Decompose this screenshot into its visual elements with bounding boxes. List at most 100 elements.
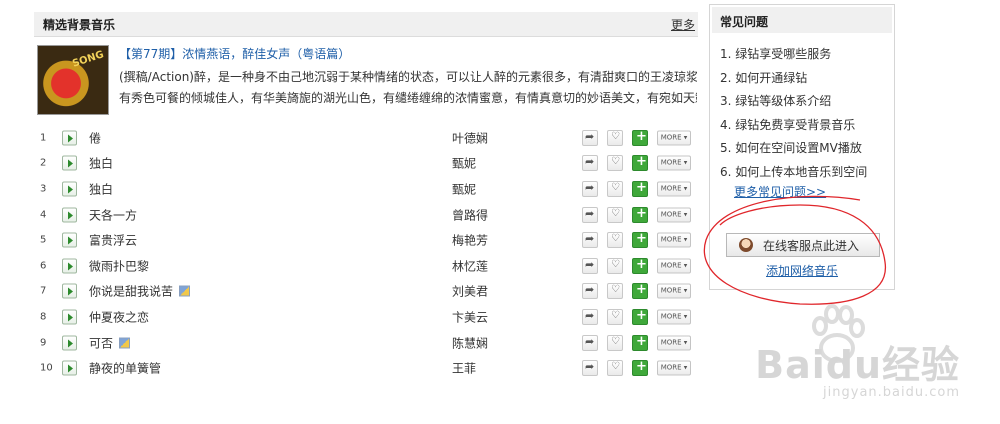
more-button-label: MORE — [660, 261, 682, 270]
featured-issue: SONG 【第77期】浓情燕语，醉佳女声（粤语篇） (撰稿/Action)醉，是… — [34, 45, 698, 125]
more-button-label: MORE — [660, 133, 682, 142]
more-dropdown-button[interactable]: MORE ▾ — [657, 130, 691, 146]
mv-icon[interactable] — [119, 337, 131, 349]
add-to-list-icon[interactable] — [632, 180, 648, 197]
more-dropdown-button[interactable]: MORE ▾ — [657, 207, 691, 223]
favorite-icon[interactable] — [607, 232, 623, 249]
featured-title-link[interactable]: 【第77期】浓情燕语，醉佳女声（粤语篇） — [119, 45, 350, 62]
song-artist[interactable]: 甄妮 — [452, 155, 476, 172]
more-faq-link[interactable]: 更多常见问题>> — [734, 183, 826, 200]
mv-icon[interactable] — [179, 285, 191, 297]
song-title[interactable]: 富贵浮云 — [89, 232, 137, 249]
favorite-icon[interactable] — [607, 180, 623, 197]
song-title-text: 可否 — [89, 336, 114, 351]
add-to-list-icon[interactable] — [632, 154, 648, 172]
add-to-list-icon[interactable] — [632, 231, 648, 249]
more-dropdown-button[interactable]: MORE ▾ — [657, 232, 691, 248]
add-to-list-icon[interactable] — [632, 129, 648, 146]
more-link[interactable]: 更多 — [671, 16, 695, 33]
share-icon[interactable] — [582, 180, 598, 197]
online-service-label: 在线客服点此进入 — [763, 238, 860, 253]
share-icon[interactable] — [582, 129, 598, 146]
play-icon[interactable] — [62, 258, 77, 274]
favorite-icon[interactable] — [607, 334, 623, 351]
more-dropdown-button[interactable]: MORE ▾ — [657, 283, 691, 299]
play-icon[interactable] — [62, 232, 77, 248]
song-title[interactable]: 微雨扑巴黎 — [89, 257, 149, 274]
add-to-list-icon[interactable] — [632, 282, 648, 300]
favorite-icon[interactable] — [607, 155, 623, 172]
share-icon[interactable] — [582, 283, 598, 300]
play-icon[interactable] — [62, 283, 77, 299]
favorite-icon[interactable] — [607, 206, 623, 223]
song-title[interactable]: 静夜的单簧管 — [89, 360, 161, 377]
add-to-list-icon[interactable] — [632, 206, 648, 223]
song-title[interactable]: 独白 — [89, 155, 113, 172]
song-artist[interactable]: 林忆莲 — [452, 257, 488, 274]
share-icon[interactable] — [582, 155, 598, 172]
song-artist[interactable]: 曾路得 — [452, 206, 488, 223]
share-icon[interactable] — [582, 206, 598, 223]
song-row: 5 富贵浮云 梅艳芳 MORE ▾ — [34, 227, 698, 253]
song-title-text: 独白 — [89, 182, 114, 197]
more-button-label: MORE — [660, 184, 682, 193]
song-title[interactable]: 天各一方 — [89, 206, 137, 223]
more-dropdown-button[interactable]: MORE ▾ — [657, 360, 691, 376]
faq-item[interactable]: 3. 绿钻等级体系介绍 — [720, 92, 894, 116]
album-cover-image[interactable]: SONG — [37, 45, 109, 115]
faq-list: 1. 绿钻享受哪些服务 2. 如何开通绿钻 3. 绿钻等级体系介绍 4. 绿钻免费享受… — [710, 33, 894, 186]
panel-title: 精选背景音乐 — [43, 17, 116, 32]
song-title[interactable]: 仲夏夜之恋 — [89, 308, 149, 325]
online-service-button[interactable]: 在线客服点此进入 — [726, 233, 880, 257]
favorite-icon[interactable] — [607, 257, 623, 274]
faq-item[interactable]: 2. 如何开通绿钻 — [720, 69, 894, 93]
play-icon[interactable] — [62, 207, 77, 223]
song-title[interactable]: 独白 — [89, 180, 113, 197]
play-icon[interactable] — [62, 181, 77, 197]
play-icon[interactable] — [62, 335, 77, 351]
description-line-1: (撰稿/Action)醉，是一种身不由己地沉弱于某种情绪的状态，可以让人醉的元素… — [119, 70, 697, 84]
add-to-list-icon[interactable] — [632, 359, 648, 377]
share-icon[interactable] — [582, 360, 598, 377]
song-artist[interactable]: 陈慧娴 — [452, 334, 488, 351]
add-network-music-link[interactable]: 添加网络音乐 — [766, 262, 838, 279]
add-to-list-icon[interactable] — [632, 257, 648, 274]
play-icon[interactable] — [62, 360, 77, 376]
song-artist[interactable]: 刘美君 — [452, 283, 488, 300]
share-icon[interactable] — [582, 334, 598, 351]
play-icon[interactable] — [62, 130, 77, 146]
favorite-icon[interactable] — [607, 283, 623, 300]
song-title[interactable]: 可否 — [89, 334, 131, 351]
song-number: 6 — [40, 260, 47, 272]
song-artist[interactable]: 王菲 — [452, 360, 476, 377]
baidu-watermark: Baidu经验 jingyan.baidu.com — [755, 334, 960, 400]
faq-item[interactable]: 1. 绿钻享受哪些服务 — [720, 45, 894, 69]
share-icon[interactable] — [582, 308, 598, 325]
more-dropdown-button[interactable]: MORE ▾ — [657, 309, 691, 325]
faq-item[interactable]: 4. 绿钻免费享受背景音乐 — [720, 116, 894, 140]
favorite-icon[interactable] — [607, 129, 623, 146]
more-dropdown-button[interactable]: MORE ▾ — [657, 155, 691, 171]
more-button-label: MORE — [660, 210, 682, 219]
favorite-icon[interactable] — [607, 360, 623, 377]
play-icon[interactable] — [62, 309, 77, 325]
more-dropdown-button[interactable]: MORE ▾ — [657, 335, 691, 351]
favorite-icon[interactable] — [607, 308, 623, 325]
song-artist[interactable]: 卞美云 — [452, 308, 488, 325]
share-icon[interactable] — [582, 257, 598, 274]
song-title-text: 独白 — [89, 156, 114, 171]
song-artist[interactable]: 甄妮 — [452, 180, 476, 197]
song-title[interactable]: 你说是甜我说苦 — [89, 283, 191, 300]
more-dropdown-button[interactable]: MORE ▾ — [657, 258, 691, 274]
song-title[interactable]: 倦 — [89, 129, 101, 146]
more-dropdown-button[interactable]: MORE ▾ — [657, 181, 691, 197]
add-to-list-icon[interactable] — [632, 308, 648, 325]
share-icon[interactable] — [582, 232, 598, 249]
song-number: 8 — [40, 311, 47, 323]
song-artist[interactable]: 叶德娴 — [452, 129, 488, 146]
add-to-list-icon[interactable] — [632, 334, 648, 351]
song-title-text: 你说是甜我说苦 — [89, 284, 174, 299]
song-artist[interactable]: 梅艳芳 — [452, 232, 488, 249]
play-icon[interactable] — [62, 155, 77, 171]
faq-item[interactable]: 5. 如何在空间设置MV播放 — [720, 139, 894, 163]
